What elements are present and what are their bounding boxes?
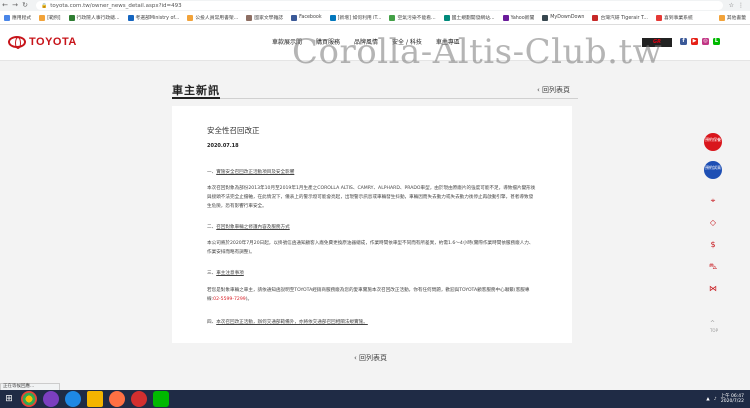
article-paragraph: 本公司將於2020年7月20日起，以掛號信函通知顧客入廠免費更換原油器總成，作業…	[207, 241, 534, 255]
bookmark-item[interactable]: [範例]	[35, 14, 64, 21]
instagram-icon[interactable]: ◎	[702, 38, 709, 45]
system-tray: ▲ ♪ 上午 06:47 2020/7/22	[706, 394, 750, 404]
line-icon[interactable]	[153, 391, 169, 407]
article-title: 安全性召回改正	[207, 126, 260, 135]
nav-item-owner[interactable]: 車主專區	[436, 37, 460, 46]
book-service-button[interactable]: 預約保養	[704, 133, 722, 151]
site-icon	[592, 14, 599, 21]
section-heading: 一、實施安全召回改正活動項目及安全影響	[207, 170, 295, 175]
section-heading: 四、本次召回改正活動，辦何交通部範備外，亦將依交通部召回相關法規實施。	[207, 320, 368, 325]
folder-icon[interactable]	[87, 391, 103, 407]
bookmark-item[interactable]: Yahoo新聞	[499, 14, 539, 21]
reload-icon[interactable]: ↻	[20, 0, 30, 11]
divider	[172, 98, 578, 99]
bookmark-item[interactable]: 行政院人事行政總...	[65, 14, 124, 21]
chevron-left-icon: ‹	[354, 354, 357, 362]
gr-racing-badge[interactable]: GR RACING	[642, 38, 672, 54]
forward-arrow-icon[interactable]: →	[10, 0, 20, 11]
bookmark-item[interactable]: 台灣汽研 Tigerair T...	[588, 14, 652, 21]
location-pin-icon[interactable]: ⌖	[708, 196, 718, 206]
url-text: toyota.com.tw/owner_news_detail.aspx?id=…	[50, 2, 182, 9]
car-icon[interactable]: ⛍	[708, 262, 718, 272]
site-icon	[655, 14, 662, 21]
nav-item-purchase[interactable]: 購買服務	[316, 37, 340, 46]
article-date: 2020.07.18	[207, 143, 239, 149]
star-icon[interactable]: ☆	[729, 2, 734, 9]
bookmark-item[interactable]: [新增] 如何利用 iT...	[326, 14, 386, 21]
article-paragraph: 本次召回對象為部份2013年10月至2019年1月生產之COROLLA ALTI…	[207, 186, 536, 209]
chrome-icon[interactable]	[21, 391, 37, 407]
side-toolbar: ⌖ ◇ $ ⛍ ⋈	[704, 196, 722, 294]
menu-icon[interactable]: ⋮	[738, 2, 744, 9]
bookmark-item[interactable]: Facebook	[287, 14, 326, 21]
lock-icon: 🔒	[41, 2, 48, 9]
folder-icon	[187, 14, 194, 21]
facebook-icon	[291, 14, 298, 21]
network-icon[interactable]: ▲	[706, 397, 709, 402]
section-heading: 三、車主注意事項	[207, 271, 244, 276]
other-bookmarks[interactable]: 其他書籤	[718, 14, 750, 21]
toyota-logo[interactable]: TOYOTA	[8, 36, 77, 49]
app-icon[interactable]	[131, 391, 147, 407]
bookmark-item[interactable]: 喜到事業系統	[652, 14, 697, 21]
social-links: f ▶ ◎ L	[680, 38, 720, 45]
share-icon[interactable]: ⋈	[708, 284, 718, 294]
facebook-icon[interactable]: f	[680, 38, 687, 45]
back-to-list-link[interactable]: ‹ 回列表頁	[354, 353, 387, 363]
section-heading: 二、召回對象車輛之修護內容及服務方式	[207, 225, 290, 230]
tag-icon[interactable]: ◇	[708, 218, 718, 228]
dollar-icon[interactable]: $	[708, 240, 718, 250]
youtube-icon[interactable]: ▶	[691, 38, 698, 45]
site-icon	[127, 14, 134, 21]
windows-start-icon[interactable]: ⊞	[0, 390, 18, 408]
browser-toolbar: ← → ↻ 🔒 toyota.com.tw/owner_news_detail.…	[0, 0, 750, 11]
bookmark-item[interactable]: 國家文學雜誌	[242, 14, 287, 21]
title-underline	[172, 97, 220, 99]
clock[interactable]: 上午 06:47 2020/7/22	[721, 394, 744, 404]
folder-icon	[39, 14, 46, 21]
back-to-top-button[interactable]: TOP	[707, 328, 721, 333]
site-icon	[246, 14, 253, 21]
bookmark-item[interactable]: 公投人員常用書架...	[183, 14, 242, 21]
article-card: 安全性召回改正 2020.07.18 一、實施安全召回改正活動項目及安全影響 本…	[172, 106, 572, 343]
brand-name: TOYOTA	[29, 36, 77, 48]
firefox-icon[interactable]	[109, 391, 125, 407]
app-icon[interactable]	[43, 391, 59, 407]
taskbar: ⊞ ▲ ♪ 上午 06:47 2020/7/22	[0, 390, 750, 408]
main-nav: 車款展示間 購買服務 品牌風情 安全 / 科技 車主專區	[272, 37, 460, 46]
article-paragraph: 若您是對象車輛之車主，請依通知函說明至TOYOTA經銷商服務廠為您的愛車實施本次…	[207, 288, 530, 302]
bookmark-item[interactable]: 國土規劃開發網站...	[440, 14, 499, 21]
hotline-number[interactable]: 02-5599-7299	[213, 297, 246, 302]
folder-icon	[718, 14, 725, 21]
chevron-up-icon[interactable]: ^	[710, 320, 715, 327]
bookmark-item[interactable]: 空氣污染不能看...	[385, 14, 439, 21]
site-icon	[68, 14, 75, 21]
toyota-emblem-icon	[8, 36, 26, 49]
nav-item-safety[interactable]: 安全 / 科技	[392, 37, 422, 46]
chevron-left-icon: ‹	[537, 86, 540, 94]
bookmarks-bar: 應用程式 [範例] 行政院人事行政總... 考選部Ministry of... …	[0, 11, 750, 25]
bookmark-item[interactable]: 考選部Ministry of...	[124, 14, 184, 21]
book-test-drive-button[interactable]: 預約試乘	[704, 161, 722, 179]
site-icon	[389, 14, 396, 21]
apps-icon	[4, 14, 10, 21]
bookmark-item[interactable]: MyDownDown	[538, 14, 588, 21]
back-to-list-link[interactable]: ‹ 回列表頁	[537, 85, 570, 95]
nav-item-showroom[interactable]: 車款展示間	[272, 37, 302, 46]
site-header: TOYOTA 車款展示間 購買服務 品牌風情 安全 / 科技 車主專區 GR R…	[0, 25, 750, 61]
volume-icon[interactable]: ♪	[714, 397, 717, 402]
nav-item-brand[interactable]: 品牌風情	[354, 37, 378, 46]
address-bar[interactable]: 🔒 toyota.com.tw/owner_news_detail.aspx?i…	[36, 1, 723, 10]
yahoo-icon	[502, 14, 509, 21]
bookmark-item[interactable]: 應用程式	[0, 14, 35, 21]
site-icon	[443, 14, 450, 21]
site-icon	[329, 14, 336, 21]
page-title: 車主新訊	[172, 84, 220, 97]
line-icon[interactable]: L	[713, 38, 720, 45]
back-arrow-icon[interactable]: ←	[0, 0, 10, 11]
ie-icon[interactable]	[65, 391, 81, 407]
site-icon	[542, 14, 549, 21]
